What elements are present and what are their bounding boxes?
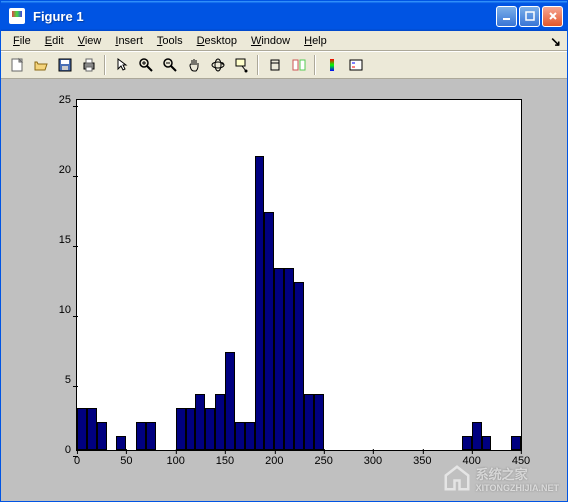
- menu-view[interactable]: View: [72, 33, 108, 49]
- menu-edit[interactable]: Edit: [39, 33, 70, 49]
- watermark: 系统之家 XITONGZHIJIA.NET: [442, 463, 559, 493]
- y-tick-label: 5: [65, 374, 77, 386]
- bar: [314, 394, 324, 450]
- bar: [215, 394, 225, 450]
- x-tick-label: 100: [166, 450, 184, 467]
- open-button[interactable]: [29, 54, 52, 76]
- window-title: Figure 1: [33, 9, 496, 24]
- bar: [294, 282, 304, 450]
- y-tick-label: 15: [59, 234, 77, 246]
- x-tick-label: 350: [413, 450, 431, 467]
- close-button[interactable]: [542, 6, 563, 27]
- new-figure-button[interactable]: [5, 54, 28, 76]
- bar: [235, 422, 245, 450]
- bar-series: [77, 100, 521, 450]
- bar: [255, 156, 265, 450]
- figure-window: Figure 1 File Edit View Insert Tools Des…: [0, 0, 568, 502]
- x-tick-label: 300: [364, 450, 382, 467]
- bar: [511, 436, 521, 450]
- bar: [472, 422, 482, 450]
- bar: [482, 436, 492, 450]
- rotate-button[interactable]: [206, 54, 229, 76]
- dock-icon[interactable]: ↘: [550, 34, 561, 50]
- menu-bar: File Edit View Insert Tools Desktop Wind…: [1, 31, 567, 51]
- print-button[interactable]: [77, 54, 100, 76]
- window-controls: [496, 6, 563, 27]
- data-cursor-button[interactable]: [230, 54, 253, 76]
- save-button[interactable]: [53, 54, 76, 76]
- bar: [136, 422, 146, 450]
- y-tick-label: 10: [59, 304, 77, 316]
- watermark-url: XITONGZHIJIA.NET: [476, 483, 559, 493]
- toolbar-separator: [314, 55, 316, 75]
- bar: [146, 422, 156, 450]
- bar: [176, 408, 186, 450]
- bar: [195, 394, 205, 450]
- bar: [87, 408, 97, 450]
- pointer-button[interactable]: [110, 54, 133, 76]
- colorbar-button[interactable]: [320, 54, 343, 76]
- toolbar-separator: [257, 55, 259, 75]
- bar: [462, 436, 472, 450]
- bar: [284, 268, 294, 450]
- toolbar: [1, 51, 567, 79]
- maximize-button[interactable]: [519, 6, 540, 27]
- menu-tools[interactable]: Tools: [151, 33, 189, 49]
- chart-axes[interactable]: 0510152025 050100150200250300350400450: [76, 99, 522, 451]
- x-tick-label: 200: [265, 450, 283, 467]
- plot-area[interactable]: 0510152025 050100150200250300350400450 系…: [1, 79, 567, 501]
- pan-button[interactable]: [182, 54, 205, 76]
- minimize-button[interactable]: [496, 6, 517, 27]
- x-tick-label: 0: [74, 450, 80, 467]
- link-button[interactable]: [287, 54, 310, 76]
- bar: [97, 422, 107, 450]
- menu-window[interactable]: Window: [245, 33, 296, 49]
- zoom-in-button[interactable]: [134, 54, 157, 76]
- app-icon: [9, 8, 25, 24]
- toolbar-separator: [104, 55, 106, 75]
- menu-help[interactable]: Help: [298, 33, 333, 49]
- bar: [205, 408, 215, 450]
- x-tick-label: 50: [120, 450, 132, 467]
- brush-button[interactable]: [263, 54, 286, 76]
- menu-file[interactable]: File: [7, 33, 37, 49]
- watermark-text: 系统之家: [476, 464, 559, 483]
- bar: [77, 408, 87, 450]
- bar: [264, 212, 274, 450]
- y-tick-label: 20: [59, 164, 77, 176]
- bar: [304, 394, 314, 450]
- bar: [274, 268, 284, 450]
- zoom-out-button[interactable]: [158, 54, 181, 76]
- legend-button[interactable]: [344, 54, 367, 76]
- x-tick-label: 250: [314, 450, 332, 467]
- bar: [186, 408, 196, 450]
- menu-insert[interactable]: Insert: [109, 33, 149, 49]
- bar: [245, 422, 255, 450]
- y-tick-label: 25: [59, 94, 77, 106]
- x-tick-label: 150: [216, 450, 234, 467]
- menu-desktop[interactable]: Desktop: [191, 33, 243, 49]
- title-bar[interactable]: Figure 1: [1, 1, 567, 31]
- bar: [116, 436, 126, 450]
- bar: [225, 352, 235, 450]
